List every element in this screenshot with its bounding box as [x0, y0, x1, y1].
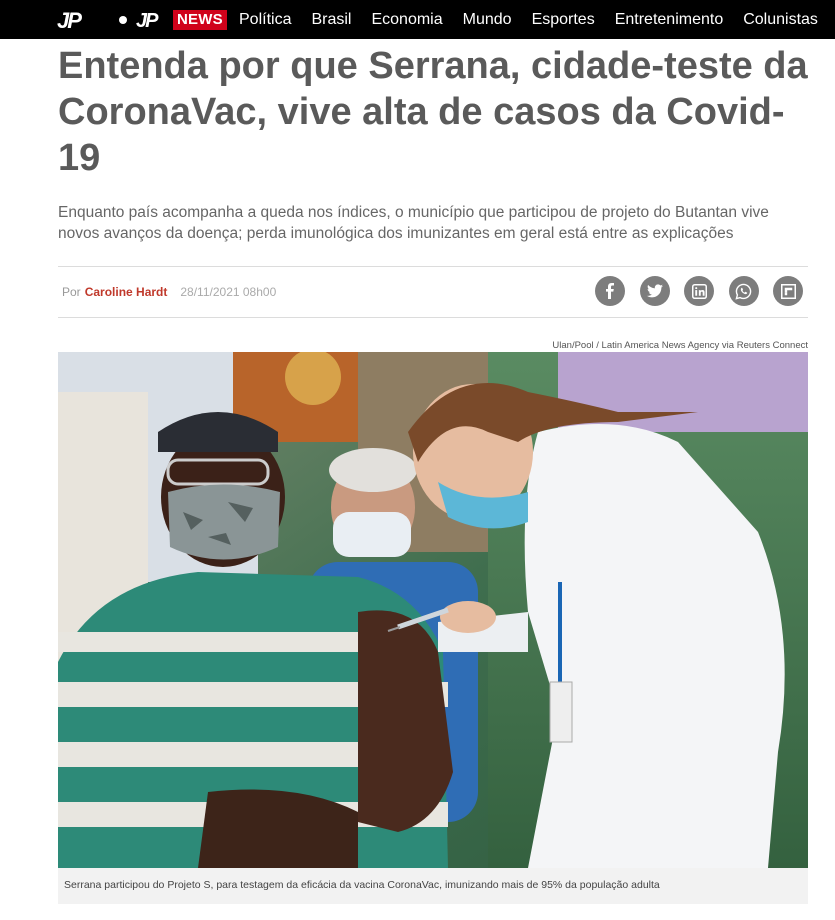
- linkedin-icon: [691, 283, 707, 299]
- share-linkedin-button[interactable]: [684, 276, 714, 306]
- nav-economia[interactable]: Economia: [371, 11, 442, 29]
- article-subtitle: Enquanto país acompanha a queda nos índi…: [58, 204, 769, 242]
- facebook-icon: [606, 283, 614, 299]
- share-whatsapp-button[interactable]: [728, 276, 759, 306]
- article-photo: [58, 352, 808, 868]
- divider: [58, 266, 808, 267]
- jp-news-logo[interactable]: JP NEWS: [119, 9, 227, 30]
- main-nav: Política Brasil Economia Mundo Esportes …: [239, 0, 818, 39]
- nav-politica[interactable]: Política: [239, 11, 291, 29]
- jp-news-mark-icon: JP: [136, 10, 161, 30]
- flipboard-icon: [780, 283, 796, 299]
- photo-caption: Serrana participou do Projeto S, para te…: [58, 868, 808, 904]
- dot-icon: [119, 15, 127, 24]
- author-link[interactable]: Caroline Hardt: [85, 285, 168, 299]
- publish-date: 28/11/2021 08h00: [180, 285, 277, 299]
- divider: [58, 317, 808, 318]
- whatsapp-icon: [735, 283, 752, 300]
- nav-colunistas[interactable]: Colunistas: [743, 11, 818, 29]
- vaccination-photo: [58, 352, 808, 868]
- share-flipboard-button[interactable]: [773, 276, 803, 306]
- share-twitter-button[interactable]: [639, 276, 670, 306]
- top-navigation-bar: JP JP NEWS Política Brasil Economia Mund…: [0, 0, 835, 39]
- byline: Por Caroline Hardt 28/11/2021 08h00: [62, 285, 276, 299]
- nav-mundo[interactable]: Mundo: [463, 11, 512, 29]
- share-buttons: [595, 276, 803, 306]
- article-title: Entenda por que Serrana, cidade-teste da…: [58, 45, 808, 179]
- svg-text:JP: JP: [136, 10, 159, 30]
- twitter-icon: [646, 284, 663, 298]
- nav-entretenimento[interactable]: Entretenimento: [615, 11, 724, 29]
- photo-credit: Ulan/Pool / Latin America News Agency vi…: [552, 340, 808, 351]
- svg-text:JP: JP: [57, 9, 82, 31]
- nav-brasil[interactable]: Brasil: [311, 11, 351, 29]
- news-badge: NEWS: [173, 9, 227, 30]
- byline-prefix: Por: [62, 285, 81, 299]
- share-facebook-button[interactable]: [595, 276, 625, 306]
- nav-esportes[interactable]: Esportes: [532, 11, 595, 29]
- jovem-pan-logo[interactable]: JP: [57, 8, 97, 31]
- jp-logo-icon: JP: [57, 9, 84, 31]
